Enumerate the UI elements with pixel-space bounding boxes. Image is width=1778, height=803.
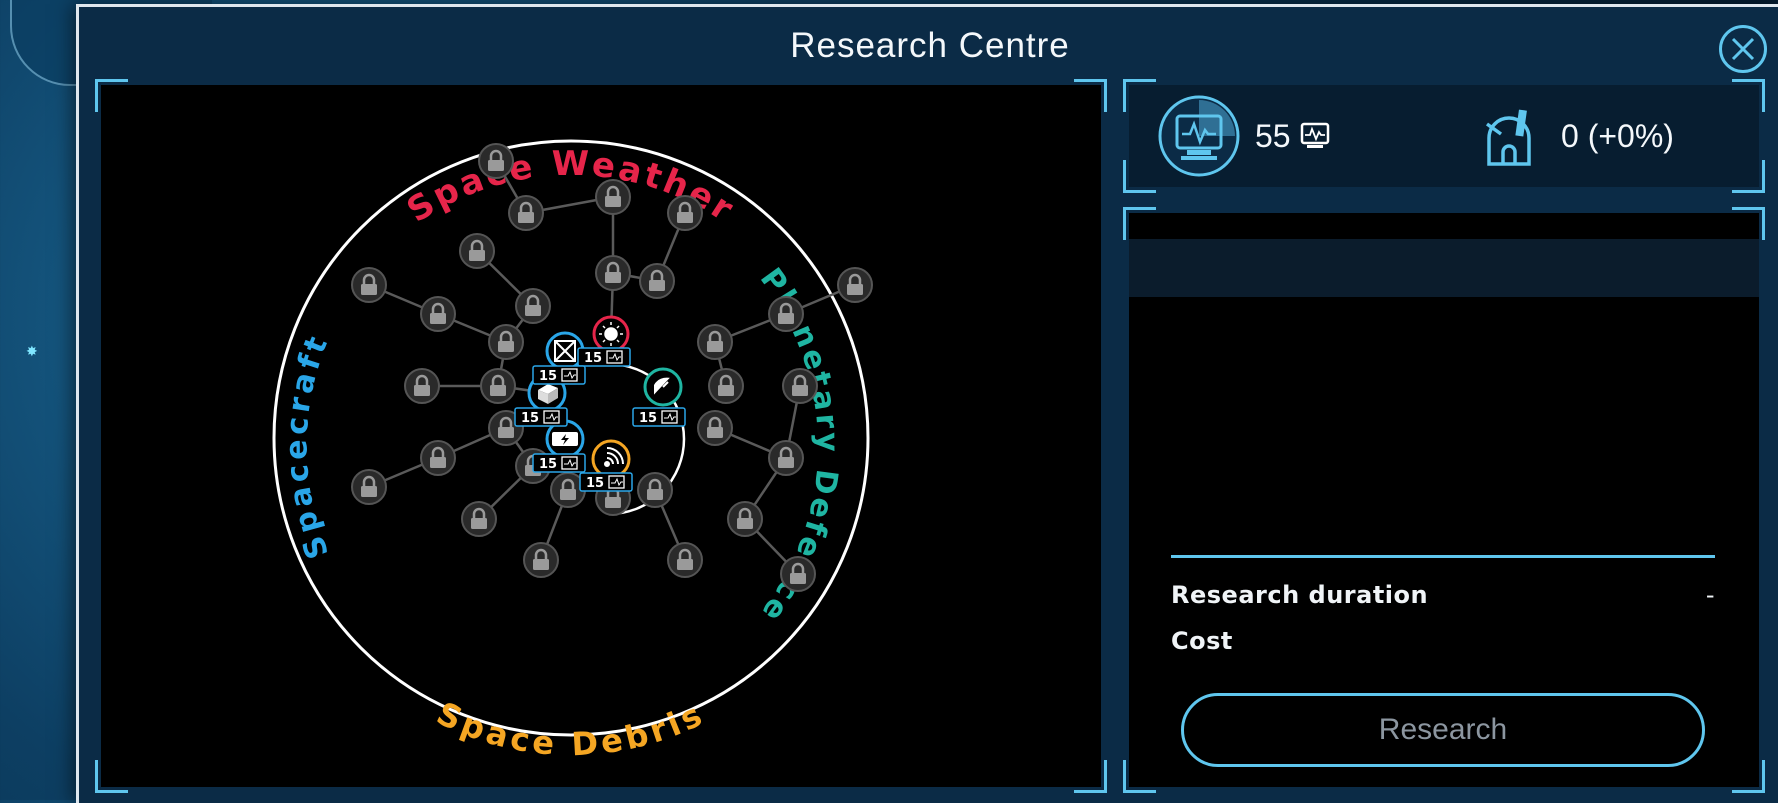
research-point-icon [1300, 122, 1329, 148]
locked-research-node[interactable] [488, 324, 524, 360]
locked-research-node[interactable] [768, 296, 804, 332]
svg-text:15: 15 [639, 411, 657, 426]
cost-badge-debris: 15 [579, 472, 633, 492]
cost-label: Cost [1171, 627, 1233, 655]
locked-research-node[interactable] [595, 179, 631, 215]
locked-research-node[interactable] [420, 440, 456, 476]
locked-research-node[interactable] [404, 368, 440, 404]
locked-research-node[interactable] [780, 556, 816, 592]
svg-text:15: 15 [539, 369, 557, 384]
observatory-value: 0 (+0%) [1561, 117, 1674, 154]
locked-research-node[interactable] [837, 267, 873, 303]
research-computer-icon [1158, 95, 1240, 177]
research-detail-panel: Research duration - Cost Research [1123, 207, 1765, 793]
research-points-display: 55 [1157, 85, 1331, 187]
cost-badge-battery: 15 [532, 453, 586, 473]
category-space-debris: Space Debris [431, 694, 711, 763]
battery-charge-icon [552, 432, 578, 446]
cost-badge-weather: 15 [577, 347, 631, 367]
locked-research-node[interactable] [351, 469, 387, 505]
locked-research-node[interactable] [639, 263, 675, 299]
svg-text:15: 15 [584, 351, 602, 366]
svg-text:15: 15 [586, 476, 604, 491]
locked-research-node[interactable] [768, 440, 804, 476]
research-node-debris[interactable] [591, 439, 631, 479]
research-node-radar[interactable] [643, 367, 683, 407]
close-icon [1731, 37, 1755, 61]
locked-research-node[interactable] [480, 368, 516, 404]
sparkle-icon: ✸ [26, 344, 38, 360]
cost-badge-satellite: 15 [532, 365, 586, 385]
locked-research-node[interactable] [697, 410, 733, 446]
locked-research-node[interactable] [420, 296, 456, 332]
research-node-weather[interactable] [592, 315, 630, 353]
locked-research-node[interactable] [478, 143, 514, 179]
locked-research-node[interactable] [515, 288, 551, 324]
resources-panel: 55 0 (+0%) [1123, 79, 1765, 193]
locked-research-node[interactable] [637, 472, 673, 508]
research-points-value: 55 [1255, 117, 1291, 154]
locked-research-node[interactable] [461, 501, 497, 537]
window-title: Research Centre [790, 26, 1070, 65]
locked-research-node[interactable] [351, 267, 387, 303]
research-duration-label: Research duration [1171, 581, 1429, 609]
locked-research-node[interactable] [697, 324, 733, 360]
locked-research-node[interactable] [459, 233, 495, 269]
research-centre-window: Research Centre Space Weather Pl [76, 4, 1778, 803]
cost-badge-radar: 15 [632, 407, 686, 427]
locked-research-node[interactable] [667, 195, 703, 231]
detail-header [1129, 239, 1759, 297]
locked-research-node[interactable] [782, 368, 818, 404]
research-duration-value: - [1705, 581, 1715, 609]
locked-research-node[interactable] [667, 542, 703, 578]
research-tree-panel: Space Weather Planetary Defence Space De… [95, 79, 1107, 793]
observatory-icon [1485, 109, 1531, 166]
locked-research-node[interactable] [595, 255, 631, 291]
locked-research-node[interactable] [727, 501, 763, 537]
detail-separator [1171, 555, 1715, 558]
locked-research-node[interactable] [708, 368, 744, 404]
svg-text:15: 15 [521, 411, 539, 426]
observatory-display: 0 (+0%) [1481, 85, 1674, 187]
close-button[interactable] [1719, 25, 1767, 73]
research-tree: Space Weather Planetary Defence Space De… [272, 139, 873, 763]
locked-research-node[interactable] [508, 195, 544, 231]
cost-badge-cube: 15 [514, 407, 568, 427]
research-button[interactable]: Research [1181, 693, 1705, 767]
locked-research-node[interactable] [523, 542, 559, 578]
svg-text:15: 15 [539, 457, 557, 472]
